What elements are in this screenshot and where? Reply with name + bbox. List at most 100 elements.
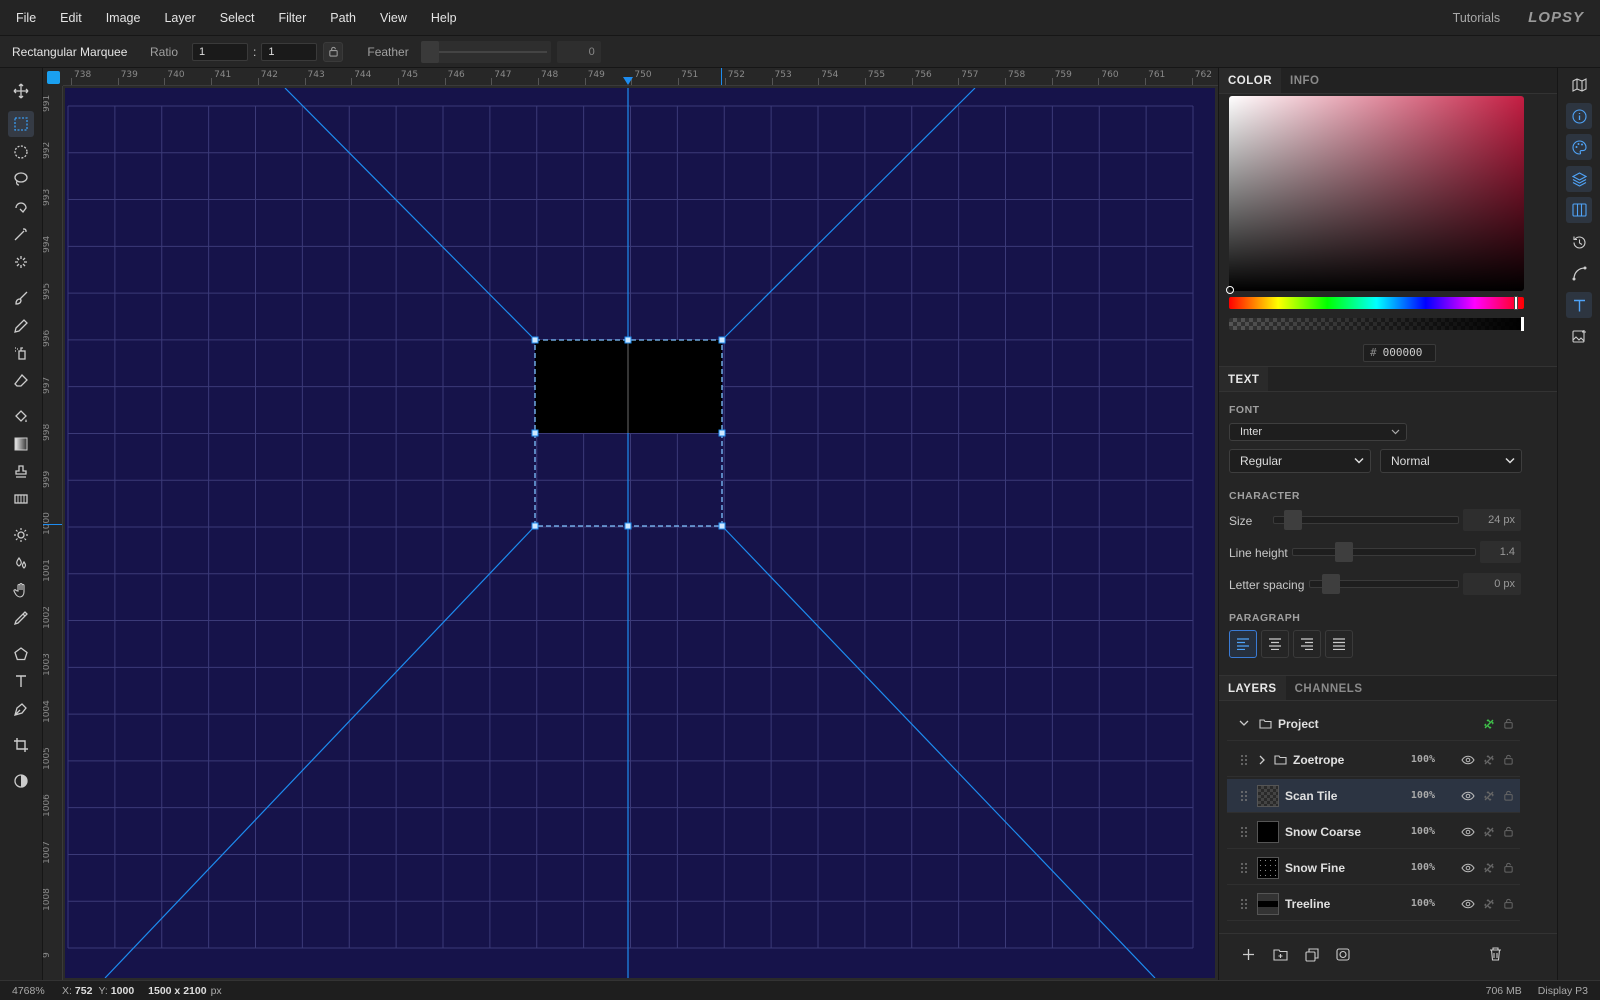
add-layer-icon[interactable] [1242,948,1255,961]
blur-tool[interactable] [8,550,34,576]
lock-icon[interactable] [1503,826,1514,837]
menu-help[interactable]: Help [419,0,469,36]
mask-mode-toggle[interactable] [8,768,34,794]
lock-icon[interactable] [1503,790,1514,801]
hue-slider-handle[interactable] [1514,296,1518,310]
ratio-width-input[interactable]: 1 [192,42,249,61]
size-slider[interactable] [1273,510,1459,530]
align-right-button[interactable] [1293,630,1321,658]
layer-row-snow-coarse[interactable]: Snow Coarse 100% [1227,815,1520,849]
ruler-corner[interactable] [43,68,63,86]
eye-icon[interactable] [1461,863,1475,873]
text-panel-button[interactable] [1566,292,1592,318]
eyedropper-tool[interactable] [8,605,34,631]
layer-opacity[interactable]: 100% [1411,790,1435,801]
selection-handle-tm[interactable] [624,336,632,344]
eraser-tool[interactable] [8,368,34,394]
layer-row-snow-fine[interactable]: Snow Fine 100% [1227,851,1520,885]
letter-spacing-slider[interactable] [1309,574,1459,594]
size-value[interactable]: 24 px [1463,509,1521,531]
layer-row-project[interactable]: Project [1227,707,1520,741]
link-icon[interactable] [1483,862,1495,874]
tutorials-link[interactable]: Tutorials [1453,11,1500,25]
chevron-down-icon[interactable] [1239,720,1249,727]
alpha-slider-handle[interactable] [1521,317,1524,331]
selection-handle-tr[interactable] [718,336,726,344]
duplicate-icon[interactable] [1305,948,1319,962]
layers-panel-button[interactable] [1566,166,1592,192]
shape-tool[interactable] [8,641,34,667]
eye-icon[interactable] [1461,791,1475,801]
document-canvas[interactable] [65,88,1215,978]
link-icon[interactable] [1483,718,1495,730]
tab-channels[interactable]: CHANNELS [1286,676,1372,700]
lasso-tool[interactable] [8,166,34,192]
tab-info[interactable]: INFO [1281,68,1328,93]
mask-icon[interactable] [1336,948,1350,961]
chevron-right-icon[interactable] [1259,755,1266,765]
lock-icon[interactable] [1503,754,1514,765]
rect-marquee-tool[interactable] [8,111,34,137]
alpha-slider[interactable] [1229,317,1524,331]
layer-row-zoetrope[interactable]: Zoetrope 100% [1227,743,1520,777]
layer-row-scan-tile[interactable]: Scan Tile 100% [1227,779,1520,813]
spray-tool[interactable] [8,340,34,366]
image-panel-button[interactable] [1566,323,1592,349]
selection-handle-mr[interactable] [718,429,726,437]
hue-slider[interactable] [1229,296,1524,310]
clone-stamp-tool[interactable] [8,459,34,485]
menu-image[interactable]: Image [94,0,153,36]
lock-icon[interactable] [1503,898,1514,909]
info-panel-button[interactable] [1566,103,1592,129]
link-icon[interactable] [1483,790,1495,802]
menu-edit[interactable]: Edit [48,0,94,36]
color-picker-cursor[interactable] [1226,286,1234,294]
menu-file[interactable]: File [0,0,48,36]
horizontal-ruler[interactable]: 738 739 740 741 742 743 744 745 746 747 748 749 750 7… [63,68,1218,86]
guide-marker-triangle[interactable] [623,77,633,85]
hand-tool[interactable] [8,577,34,603]
pattern-tool[interactable] [8,486,34,512]
menu-layer[interactable]: Layer [152,0,207,36]
move-tool[interactable] [8,78,34,104]
ratio-height-input[interactable]: 1 [261,42,318,61]
drag-handle-icon[interactable] [1241,790,1247,801]
feather-slider-knob[interactable] [420,40,439,63]
hex-input[interactable]: #000000 [1363,344,1436,362]
selection-handle-bl[interactable] [531,522,539,530]
magic-wand-tool[interactable] [8,221,34,247]
menu-select[interactable]: Select [208,0,267,36]
eye-icon[interactable] [1461,755,1475,765]
pencil-tool[interactable] [8,313,34,339]
line-height-slider-knob[interactable] [1335,542,1353,562]
crop-tool[interactable] [8,732,34,758]
align-center-button[interactable] [1261,630,1289,658]
feather-value[interactable]: 0 [556,40,601,63]
ratio-lock-button[interactable] [323,41,344,62]
font-weight-select[interactable]: Regular [1229,449,1371,473]
align-justify-button[interactable] [1325,630,1353,658]
selection-handle-ml[interactable] [531,429,539,437]
size-slider-knob[interactable] [1284,510,1302,530]
brush-tool[interactable] [8,285,34,311]
zoom-level[interactable]: 4768% [0,985,62,997]
drag-handle-icon[interactable] [1241,826,1247,837]
layer-opacity[interactable]: 100% [1411,754,1435,765]
eye-icon[interactable] [1461,827,1475,837]
selection-handle-br[interactable] [718,522,726,530]
layer-opacity[interactable]: 100% [1411,826,1435,837]
paths-panel-button[interactable] [1566,260,1592,286]
vertical-ruler[interactable]: 991 992 993 994 995 996 997 998 999 1000 1001 1002 1… [43,86,63,980]
letter-spacing-slider-knob[interactable] [1322,574,1340,594]
menu-filter[interactable]: Filter [266,0,318,36]
navigator-panel-button[interactable] [1566,72,1592,98]
link-icon[interactable] [1483,754,1495,766]
line-height-value[interactable]: 1.4 [1480,541,1521,563]
tab-layers[interactable]: LAYERS [1219,676,1286,700]
drag-handle-icon[interactable] [1241,754,1247,765]
link-icon[interactable] [1483,898,1495,910]
paint-bucket-tool[interactable] [8,404,34,430]
feather-slider[interactable] [420,40,551,63]
selection-handle-tl[interactable] [531,336,539,344]
align-left-button[interactable] [1229,630,1257,658]
